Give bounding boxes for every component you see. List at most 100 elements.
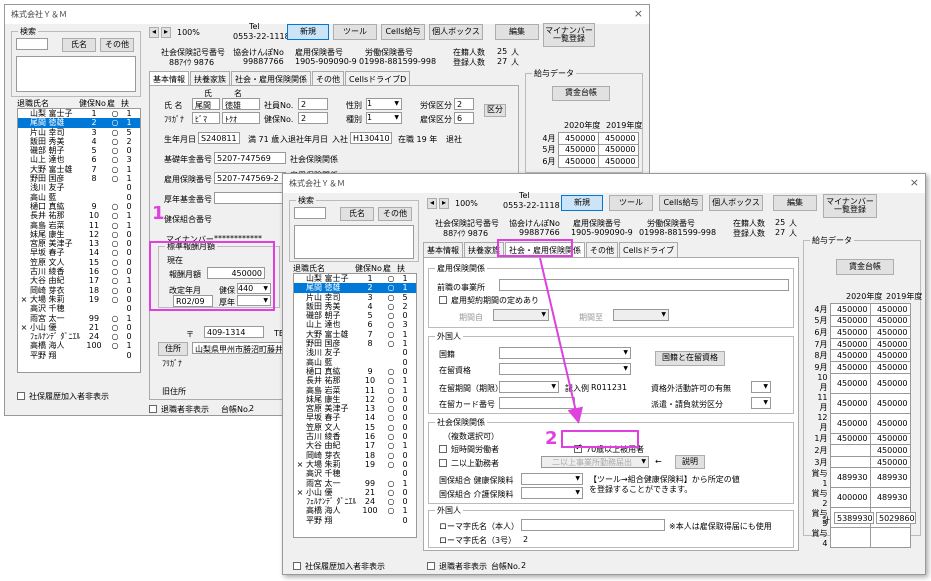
other-search-button[interactable]: その他 [100,38,134,52]
prev-button-2[interactable]: ◂ [427,198,437,209]
search-input[interactable] [16,38,48,50]
kiso-input[interactable]: 5207-747569 [214,152,286,164]
search-input-2[interactable] [294,207,326,219]
list-item[interactable]: 浅川 友子 0 [18,183,140,192]
list-item[interactable]: 平野 翔 0 [294,516,416,525]
list-item[interactable]: 大野 富士雄 7 ○ 1 [18,165,140,174]
new-button[interactable]: 新規 [287,24,329,40]
list-item[interactable]: 浅川 友子 0 [294,348,416,357]
zairyu-select[interactable] [499,363,631,375]
salary-cell-a[interactable]: 450000 [829,303,871,316]
salary-cell-a[interactable]: 450000 [829,314,871,328]
shain-input[interactable]: 2 [298,98,328,110]
list-item[interactable]: 大谷 由紀 17 ○ 1 [294,441,416,450]
salary-cell-b[interactable]: 450000 [869,360,911,374]
list-item[interactable]: 野田 国彦 8 ○ 1 [18,174,140,183]
new-button-2[interactable]: 新規 [561,195,603,211]
list-item[interactable]: 平野 翔 0 [18,351,140,360]
koyo-kubun-input[interactable]: 6 [454,112,474,124]
card-input[interactable] [499,397,575,409]
list-item[interactable]: 岡崎 芽衣 18 ○ 0 [18,286,140,295]
list-item[interactable]: 磯部 朝子 5 ○ 0 [18,146,140,155]
zairyu-kikan-select[interactable] [499,381,559,393]
furi-sei-input[interactable]: ﾋﾞﾏ [192,112,220,124]
close-icon-2[interactable]: × [910,176,919,189]
nijo-select[interactable]: 二以上事業所勤務届出 [541,456,649,468]
list-item[interactable]: 大谷 由紀 17 ○ 1 [18,276,140,285]
salary-cell-a[interactable]: 450000 [557,132,599,145]
salary-cell-a[interactable]: 450000 [829,432,871,446]
kikan-checkbox[interactable] [439,296,447,304]
salary-cell-b[interactable]: 450000 [869,392,911,414]
list-item[interactable]: 高山 藍 0 [18,193,140,202]
kubun-button[interactable]: 区分 [484,104,506,117]
list-item[interactable]: 高島 岩菜 11 ○ 1 [294,386,416,395]
setsumei-button[interactable]: 説明 [675,455,705,469]
next-button-2[interactable]: ▸ [439,198,449,209]
salary-cell-a[interactable]: 450000 [829,349,871,362]
prev-button[interactable]: ◂ [149,27,159,38]
edit-button[interactable]: 編集 [495,24,539,40]
kenpo-input[interactable]: 2 [298,112,328,124]
kousei-input[interactable] [214,192,286,204]
search-results-2[interactable] [294,225,414,259]
salary-cell-a[interactable]: 450000 [829,412,871,434]
name-search-button[interactable]: 氏名 [62,38,96,52]
edit-button-2[interactable]: 編集 [773,195,817,211]
roma-input[interactable] [521,519,665,531]
salary-cell-b[interactable]: 489930 [869,467,911,489]
salary-cell-a[interactable]: 450000 [829,392,871,414]
list-item[interactable]: 古川 綾香 16 ○ 0 [18,267,140,276]
salary-cell-b[interactable]: 450000 [869,412,911,434]
list-item[interactable]: 尾間 徳雄 2 ○ 1 [18,118,140,128]
kyoka-select[interactable] [751,381,771,393]
koyo-no-input[interactable]: 5207-747569-2 [214,172,286,184]
list-item[interactable]: 飯田 秀美 4 ○ 2 [294,302,416,311]
salary-cell-b[interactable]: 450000 [869,303,911,316]
retired-hide-checkbox[interactable] [149,405,157,413]
list-item[interactable]: 高島 岩菜 11 ○ 1 [18,221,140,230]
salary-cell-b[interactable]: 450000 [869,326,911,339]
tab-other-2[interactable]: その他 [586,242,618,258]
ledger-button[interactable]: 賃金台帳 [836,259,894,275]
mae-input[interactable] [499,279,789,291]
salary-cell-a[interactable]: 450000 [829,360,871,374]
list-item[interactable]: 高橋 海人 100 ○ 1 [18,341,140,350]
mynumber-button-2[interactable]: マイナンバー 一覧登録 [823,194,877,218]
salary-cell-b[interactable]: 450000 [869,432,911,446]
list-item[interactable]: 樋口 真紘 9 ○ 0 [18,202,140,211]
salary-cell-a[interactable]: 450000 [829,372,871,394]
salary-cell-b[interactable]: 450000 [597,143,639,157]
shu-select[interactable]: 1 [366,112,402,124]
birth-input[interactable]: S240811 [198,132,240,144]
employee-list-2[interactable]: 山梨 富士子 1 ○ 1 尾間 徳雄 2 ○ 1 片山 幸司 3 ○ 5 飯田 秀美 4 ○ 2 磯部 朝子 5 ○… [293,273,417,538]
salary-cell-a[interactable] [829,455,871,469]
list-item[interactable]: ﾌｪﾙﾅﾝﾃﾞ ﾀﾞﾆｴﾙ 24 ○ 0 [18,332,140,341]
sex-select[interactable]: 1 [366,98,402,110]
list-item[interactable]: × 小山 優 21 ○ 0 [18,323,140,332]
list-item[interactable]: 宮原 美津子 13 ○ 0 [18,239,140,248]
roudou-input[interactable]: 2 [454,98,474,110]
name-search-button-2[interactable]: 氏名 [340,207,374,221]
salary-cell-b[interactable]: 450000 [869,349,911,362]
kumiai-kaigo-select[interactable] [521,487,583,499]
list-item[interactable]: 妹尾 康生 12 ○ 0 [294,395,416,404]
list-item[interactable]: × 大場 朱莉 19 ○ 0 [294,460,416,469]
salary-cell-a[interactable]: 450000 [557,143,599,157]
close-icon[interactable]: × [634,7,643,20]
list-item[interactable]: 高山 藍 0 [294,358,416,367]
tab-basic-2[interactable]: 基本情報 [423,242,463,258]
tanjikan-checkbox[interactable] [439,445,447,453]
other-search-button-2[interactable]: その他 [378,207,412,221]
list-item[interactable]: 宮原 美津子 13 ○ 0 [294,404,416,413]
nyusha-input[interactable]: H130410 [350,132,392,144]
list-item[interactable]: 雨宮 太一 99 ○ 1 [18,314,140,323]
list-item[interactable]: 早坂 春子 14 ○ 0 [294,413,416,422]
salary-cell-a[interactable]: 450000 [829,326,871,339]
list-item[interactable]: × 小山 優 21 ○ 0 [294,488,416,497]
salary-cell-b[interactable]: 450000 [869,337,911,351]
ledger-button-bg[interactable]: 賃金台帳 [552,86,610,101]
zip-input[interactable]: 409-1314 [204,326,264,338]
cells-button-2[interactable]: Cells給与 [659,195,703,211]
salary-cell-a[interactable] [829,444,871,457]
